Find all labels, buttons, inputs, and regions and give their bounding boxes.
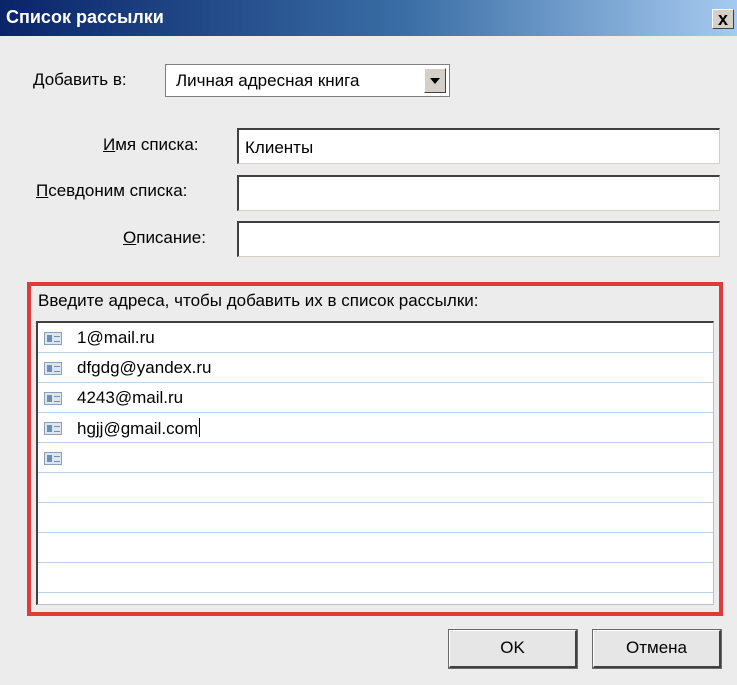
list-name-label-rest: мя списка: — [115, 135, 199, 154]
addresses-group: Введите адреса, чтобы добавить их в спис… — [27, 282, 723, 616]
address-entry: hgjj@gmail.com — [77, 419, 199, 438]
cancel-button[interactable]: Отмена — [592, 629, 722, 669]
add-to-dropdown[interactable]: Личная адресная книга — [165, 64, 450, 97]
list-item[interactable]: dfgdg@yandex.ru — [38, 353, 713, 383]
add-to-label-accel: Д — [33, 70, 45, 89]
window-title: Список рассылки — [6, 7, 164, 27]
list-name-label: Имя списка: — [103, 135, 199, 155]
address-entry: dfgdg@yandex.ru — [77, 358, 212, 377]
empty-row[interactable] — [38, 473, 713, 503]
add-to-selected-value: Личная адресная книга — [176, 71, 360, 90]
empty-row[interactable] — [38, 533, 713, 563]
ok-button[interactable]: OK — [448, 629, 578, 669]
addresses-list[interactable]: 1@mail.ru dfgdg@yandex.ru 4243@mail.ru h… — [36, 321, 714, 605]
title-bar: Список рассылки x — [0, 0, 737, 36]
addresses-prompt: Введите адреса, чтобы добавить их в спис… — [38, 291, 479, 310]
text-caret — [199, 418, 201, 437]
empty-row[interactable] — [38, 563, 713, 593]
alias-label: Псевдоним списка: — [36, 181, 187, 201]
contact-card-icon — [44, 452, 62, 465]
contact-card-icon — [44, 332, 62, 345]
address-entry-edit[interactable]: hgjj@gmail.com — [77, 418, 201, 439]
address-entry: 1@mail.ru — [77, 328, 155, 347]
contact-card-icon — [44, 362, 62, 375]
list-item[interactable]: 4243@mail.ru — [38, 383, 713, 413]
list-item[interactable] — [38, 443, 713, 473]
close-button[interactable]: x — [712, 9, 734, 29]
contact-card-icon — [44, 422, 62, 435]
alias-label-accel: П — [36, 181, 49, 200]
add-to-label-rest: обавить в: — [44, 70, 127, 89]
add-to-label: Добавить в: — [33, 70, 127, 90]
description-label-rest: писание: — [136, 228, 206, 247]
contact-card-icon — [44, 392, 62, 405]
alias-field[interactable] — [237, 175, 720, 211]
list-item[interactable]: 1@mail.ru — [38, 323, 713, 353]
empty-row[interactable] — [38, 503, 713, 533]
description-label-accel: О — [123, 228, 137, 247]
description-label: Описание: — [123, 228, 206, 248]
list-name-field[interactable]: Клиенты — [237, 128, 720, 164]
address-entry: 4243@mail.ru — [77, 388, 184, 407]
list-name-label-accel: И — [103, 135, 116, 154]
description-field[interactable] — [237, 221, 720, 257]
alias-label-rest: севдоним списка: — [48, 181, 188, 200]
chevron-down-icon[interactable] — [424, 68, 446, 93]
list-item[interactable]: hgjj@gmail.com — [38, 413, 713, 443]
